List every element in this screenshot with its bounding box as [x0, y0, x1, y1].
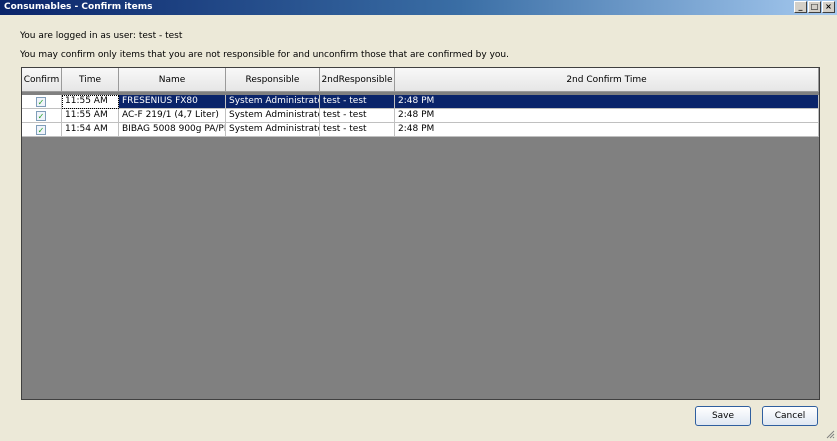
confirm-checkbox[interactable]: ✓ [36, 111, 46, 121]
maximize-button[interactable]: □ [808, 1, 821, 13]
title-bar[interactable]: Consumables - Confirm items _ □ × [0, 0, 837, 15]
close-button[interactable]: × [822, 1, 835, 13]
confirm-cell[interactable]: ✓ [22, 95, 62, 109]
grid-header: Confirm Time Name Responsible 2ndRespons… [22, 68, 819, 92]
confirm-cell[interactable]: ✓ [22, 123, 62, 137]
name-cell[interactable]: AC-F 219/1 (4,7 Liter) [119, 109, 226, 123]
minimize-button[interactable]: _ [794, 1, 807, 13]
window-controls: _ □ × [794, 1, 835, 13]
2nd-confirm-time-cell[interactable]: 2:48 PM [395, 123, 819, 137]
time-cell[interactable]: 11:55 AM [62, 95, 119, 109]
table-row[interactable]: ✓ 11:55 AM AC-F 219/1 (4,7 Liter) System… [22, 109, 819, 123]
time-cell[interactable]: 11:55 AM [62, 109, 119, 123]
table-row[interactable]: ✓ 11:55 AM FRESENIUS FX80 System Adminis… [22, 95, 819, 109]
2nd-responsible-cell[interactable]: test - test [320, 109, 395, 123]
column-header-responsible[interactable]: Responsible [226, 68, 320, 92]
responsible-cell[interactable]: System Administrator [226, 123, 320, 137]
window-title: Consumables - Confirm items [4, 2, 153, 12]
confirm-cell[interactable]: ✓ [22, 109, 62, 123]
confirm-checkbox[interactable]: ✓ [36, 125, 46, 135]
2nd-confirm-time-cell[interactable]: 2:48 PM [395, 109, 819, 123]
column-header-name[interactable]: Name [119, 68, 226, 92]
responsible-cell[interactable]: System Administrator [226, 109, 320, 123]
column-header-confirm[interactable]: Confirm [22, 68, 62, 92]
cancel-button[interactable]: Cancel [762, 406, 818, 426]
name-cell[interactable]: BIBAG 5008 900g PA/PE [119, 123, 226, 137]
column-header-time[interactable]: Time [62, 68, 119, 92]
confirm-checkbox[interactable]: ✓ [36, 97, 46, 107]
resize-grip-icon[interactable] [825, 429, 835, 439]
2nd-responsible-cell[interactable]: test - test [320, 123, 395, 137]
2nd-responsible-cell[interactable]: test - test [320, 95, 395, 109]
time-cell[interactable]: 11:54 AM [62, 123, 119, 137]
2nd-confirm-time-cell[interactable]: 2:48 PM [395, 95, 819, 109]
column-header-2nd-responsible[interactable]: 2ndResponsible [320, 68, 395, 92]
items-grid[interactable]: Confirm Time Name Responsible 2ndRespons… [21, 67, 820, 400]
name-cell[interactable]: FRESENIUS FX80 [119, 95, 226, 109]
logged-in-user-text: You are logged in as user: test - test [20, 31, 183, 41]
instruction-text: You may confirm only items that you are … [20, 50, 509, 60]
table-row[interactable]: ✓ 11:54 AM BIBAG 5008 900g PA/PE System … [22, 123, 819, 137]
save-button[interactable]: Save [695, 406, 751, 426]
responsible-cell[interactable]: System Administrator [226, 95, 320, 109]
column-header-2nd-confirm-time[interactable]: 2nd Confirm Time [395, 68, 819, 92]
